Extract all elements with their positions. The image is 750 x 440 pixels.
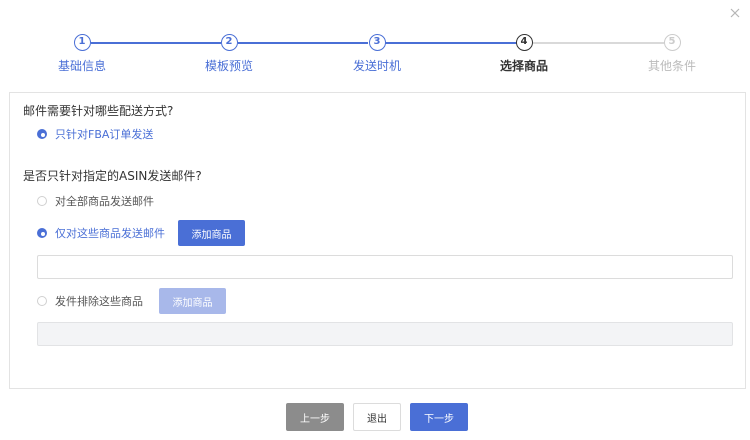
next-step-button[interactable]: 下一步 <box>410 403 468 431</box>
delivery-question: 邮件需要针对哪些配送方式? <box>23 104 174 118</box>
asin-option-exclude[interactable]: 发件排除这些商品 添加商品 <box>37 288 226 314</box>
step-4: 4 选择商品 <box>464 34 584 74</box>
add-product-button[interactable]: 添加商品 <box>178 220 245 246</box>
prev-step-button[interactable]: 上一步 <box>286 403 344 431</box>
step-label: 其他条件 <box>647 59 696 73</box>
radio-unselected-icon[interactable] <box>37 296 47 306</box>
footer-actions: 上一步 退出 下一步 <box>0 403 750 431</box>
asin-question: 是否只针对指定的ASIN发送邮件? <box>23 169 202 183</box>
step-1[interactable]: 1 基础信息 <box>22 34 142 74</box>
step-number: 5 <box>663 34 681 51</box>
radio-selected-icon[interactable] <box>37 129 47 139</box>
step-3[interactable]: 3 发送时机 <box>317 34 437 74</box>
delivery-option-fba[interactable]: 只针对FBA订单发送 <box>37 121 153 147</box>
step-indicator: 1 基础信息 2 模板预览 3 发送时机 4 选择商品 5 其他条件 <box>0 0 750 90</box>
radio-label: 仅对这些商品发送邮件 <box>55 227 165 240</box>
radio-unselected-icon[interactable] <box>37 196 47 206</box>
step-number: 4 <box>515 34 533 51</box>
step-label: 模板预览 <box>204 59 253 73</box>
radio-label: 发件排除这些商品 <box>55 295 143 308</box>
radio-label: 对全部商品发送邮件 <box>55 195 154 208</box>
radio-selected-icon[interactable] <box>37 228 47 238</box>
step-5: 5 其他条件 <box>612 34 732 74</box>
form-card: 邮件需要针对哪些配送方式? 只针对FBA订单发送 是否只针对指定的ASIN发送邮… <box>9 92 746 389</box>
asin-option-all[interactable]: 对全部商品发送邮件 <box>37 188 154 214</box>
step-label: 发送时机 <box>352 59 401 73</box>
step-number: 3 <box>368 34 386 51</box>
excluded-products-field <box>37 322 733 346</box>
asin-option-only[interactable]: 仅对这些商品发送邮件 添加商品 <box>37 220 245 246</box>
radio-label: 只针对FBA订单发送 <box>55 128 154 141</box>
exit-button[interactable]: 退出 <box>353 403 401 431</box>
step-label: 基础信息 <box>57 59 106 73</box>
step-number: 2 <box>220 34 238 51</box>
step-2[interactable]: 2 模板预览 <box>169 34 289 74</box>
step-label: 选择商品 <box>499 59 548 73</box>
step-number: 1 <box>73 34 91 51</box>
add-product-button-disabled: 添加商品 <box>159 288 226 314</box>
included-products-field[interactable] <box>37 255 733 279</box>
